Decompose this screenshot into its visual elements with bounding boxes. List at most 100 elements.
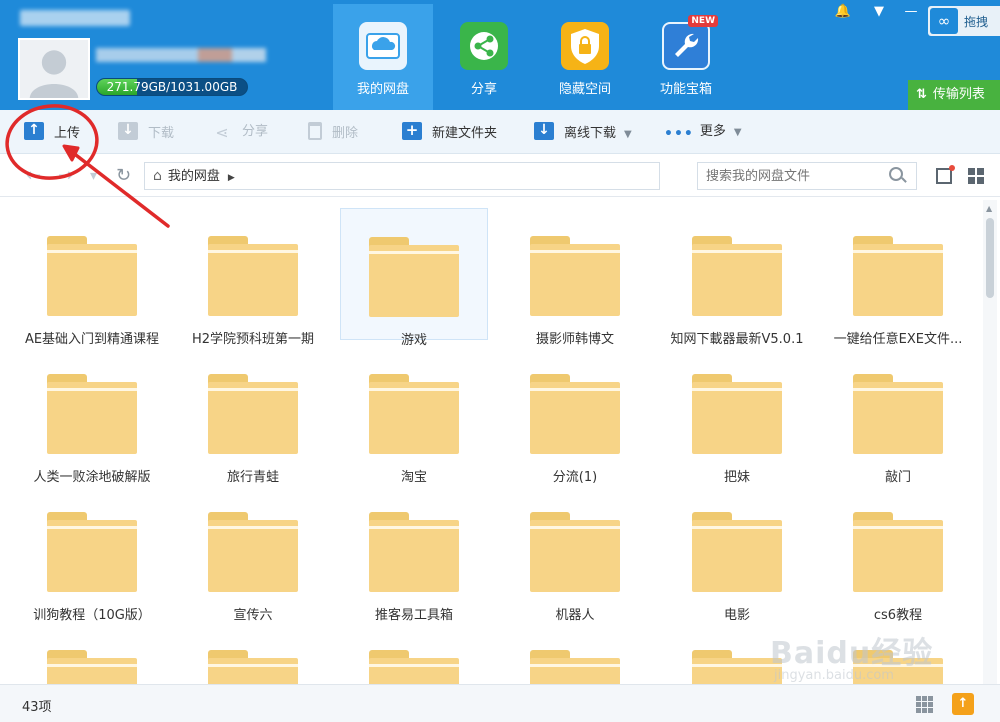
folder-icon	[208, 236, 298, 316]
breadcrumb[interactable]: ⌂ 我的网盘 ▶	[144, 162, 660, 190]
scrollbar[interactable]: ▲	[983, 200, 997, 684]
folder-item[interactable]: AE基础入门到精通课程	[18, 208, 166, 347]
folder-item[interactable]: 一键给任意EXE文件...	[824, 208, 972, 347]
folder-icon	[208, 512, 298, 592]
nav-label: 功能宝箱	[659, 82, 712, 97]
file-grid: AE基础入门到精通课程 H2学院预科班第一期 游戏摄影师韩博文 知网下載器最新V5.0…	[0, 198, 980, 684]
offline-download-button[interactable]: 离线下载 ▼	[534, 120, 632, 142]
folder-item[interactable]: 推客易工具箱	[340, 484, 488, 623]
folder-item[interactable]: 人类一败涂地破解版	[18, 346, 166, 485]
user-silhouette-icon	[29, 50, 79, 98]
drag-tray-button[interactable]: ∞ 拖拽	[928, 6, 1000, 36]
download-button[interactable]: 下载	[118, 120, 175, 142]
transfer-list-button[interactable]: ⇅ 传输列表	[908, 80, 1000, 110]
folder-name: 摄影师韩博文	[535, 332, 614, 347]
menu-dropdown-icon[interactable]: ▼	[868, 4, 890, 19]
folder-item[interactable]: 淘宝	[340, 346, 488, 485]
toolbox-icon: NEW	[662, 15, 718, 70]
folder-item[interactable]: 敲门	[824, 346, 972, 485]
grid-view-icon[interactable]	[968, 168, 984, 184]
thumbnail-view-icon[interactable]	[916, 696, 934, 714]
folder-item[interactable]: 宣传六	[179, 484, 327, 623]
folder-item[interactable]	[501, 622, 649, 684]
nav-my-drive[interactable]: 我的网盘	[333, 4, 433, 110]
transfer-list-label: 传输列表	[932, 87, 985, 102]
storage-quota-bar: 271.79GB/1031.00GB	[96, 78, 248, 96]
scroll-up-icon[interactable]: ▲	[986, 204, 992, 213]
item-count: 43项	[22, 700, 52, 715]
download-label: 下载	[148, 126, 175, 141]
storage-quota-text: 271.79GB/1031.00GB	[106, 80, 238, 94]
folder-item[interactable]: H2学院预科班第一期	[179, 208, 327, 347]
folder-icon	[47, 236, 137, 316]
baidu-jingyan-watermark: Baidu经验 jingyan.baidu.com	[770, 628, 980, 688]
folder-item[interactable]	[18, 622, 166, 684]
folder-name: 机器人	[555, 608, 595, 623]
folder-item[interactable]: 机器人	[501, 484, 649, 623]
chevron-down-icon: ▼	[624, 129, 632, 140]
delete-label: 删除	[332, 126, 359, 141]
folder-name: 训狗教程（10G版）	[33, 608, 151, 623]
folder-item[interactable]: 训狗教程（10G版）	[18, 484, 166, 623]
refresh-icon[interactable]: ↻	[116, 165, 131, 186]
folder-item[interactable]	[179, 622, 327, 684]
folder-icon	[369, 237, 459, 317]
folder-name: 淘宝	[400, 470, 427, 485]
folder-item[interactable]: 电影	[663, 484, 811, 623]
nav-label: 分享	[470, 82, 497, 97]
forward-arrow-icon[interactable]: →	[58, 165, 73, 186]
folder-icon	[47, 512, 137, 592]
more-dots-icon: •••	[664, 126, 694, 142]
folder-name: 推客易工具箱	[374, 608, 453, 623]
folder-item[interactable]: 知网下載器最新V5.0.1	[663, 208, 811, 347]
cloud-drive-icon	[359, 22, 407, 70]
back-arrow-icon[interactable]: ←	[26, 165, 41, 186]
folder-icon	[530, 236, 620, 316]
upload-button[interactable]: 上传	[24, 120, 81, 142]
delete-button[interactable]: 删除	[308, 122, 358, 142]
folder-icon	[853, 236, 943, 316]
home-icon[interactable]: ⌂	[153, 168, 162, 184]
new-folder-button[interactable]: 新建文件夹	[402, 120, 497, 142]
folder-icon	[208, 650, 298, 684]
minimize-icon[interactable]: —	[900, 4, 922, 19]
upload-label: 上传	[54, 126, 81, 141]
folder-item[interactable]: 分流(1)	[501, 346, 649, 485]
nav-toolbox[interactable]: NEW 功能宝箱	[636, 4, 736, 110]
watermark-url: jingyan.baidu.com	[774, 668, 894, 683]
search-icon[interactable]	[889, 167, 903, 181]
search-input[interactable]	[697, 162, 917, 190]
more-button[interactable]: ••• 更多 ▼	[664, 122, 742, 142]
folder-item[interactable]: 摄影师韩博文	[501, 208, 649, 347]
share-icon: ⋖	[215, 123, 229, 142]
nav-share[interactable]: 分享	[434, 4, 534, 110]
folder-item[interactable]: 旅行青蛙	[179, 346, 327, 485]
chevron-down-icon: ▼	[733, 127, 742, 138]
folder-item[interactable]: 游戏	[340, 208, 488, 348]
breadcrumb-my-drive[interactable]: 我的网盘	[168, 169, 220, 184]
folder-name: cs6教程	[873, 608, 923, 623]
folder-icon	[853, 512, 943, 592]
new-badge: NEW	[688, 15, 718, 27]
share-icon	[460, 22, 508, 70]
drag-tray-label: 拖拽	[964, 15, 989, 29]
chevron-right-icon[interactable]: ▶	[228, 173, 235, 183]
watermark-logo: Baidu经验	[770, 636, 934, 671]
folder-item[interactable]: 把妹	[663, 346, 811, 485]
dropdown-arrow-icon[interactable]: ▾	[90, 168, 97, 184]
folder-icon	[530, 374, 620, 454]
new-folder-icon	[402, 120, 422, 140]
folder-icon	[47, 650, 137, 684]
scrollbar-thumb[interactable]	[986, 218, 994, 298]
folder-name: 敲门	[884, 470, 911, 485]
folder-name: 电影	[723, 608, 750, 623]
nav-hidden-space[interactable]: 隐藏空间	[535, 4, 635, 110]
upload-quick-icon[interactable]: ↑	[952, 693, 974, 715]
avatar[interactable]	[18, 38, 90, 100]
list-view-icon[interactable]	[936, 165, 955, 184]
offline-download-label: 离线下载	[564, 126, 617, 141]
folder-item[interactable]: cs6教程	[824, 484, 972, 623]
notification-bell-icon[interactable]: 🔔	[832, 4, 854, 19]
share-button[interactable]: ⋖ 分享	[212, 122, 268, 142]
folder-item[interactable]	[340, 622, 488, 684]
